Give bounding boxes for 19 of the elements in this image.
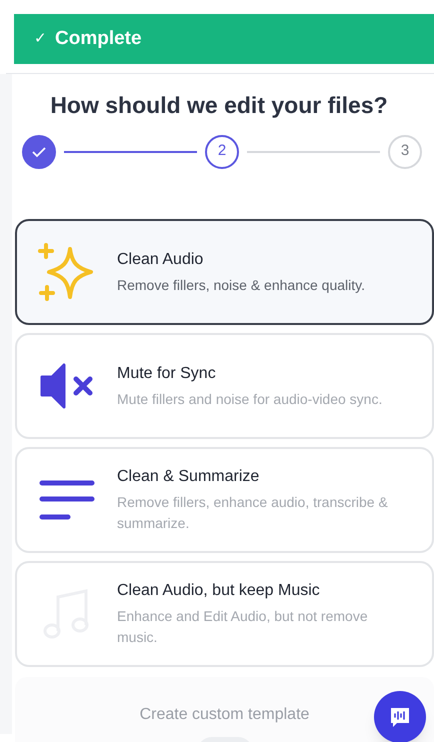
option-description: Enhance and Edit Audio, but not remove music.	[117, 607, 369, 647]
check-icon	[31, 146, 47, 158]
step-number: 3	[388, 134, 422, 168]
banner-label: Complete	[55, 26, 142, 51]
option-title: Clean Audio, but keep Music	[117, 581, 321, 601]
option-title: Mute for Sync	[117, 364, 217, 384]
option-card[interactable]: Clean & Summarize Remove fillers, enhance audio, transcribe & summarize.	[15, 446, 434, 552]
option-description: Remove fillers, noise & enhance quality.	[117, 276, 365, 295]
option-card[interactable]: Clean Audio Remove fillers, noise & enhance quality.	[15, 218, 434, 324]
option-title: Clean & Summarize	[117, 467, 260, 487]
option-title: Clean Audio	[117, 250, 204, 270]
audio-wave-icon	[388, 705, 412, 729]
option-card[interactable]: Mute for Sync Mute fillers and noise for audio-video sync.	[15, 332, 434, 438]
option-description: Mute fillers and noise for audio-video sync.	[117, 390, 382, 409]
option-description: Remove fillers, enhance audio, transcribe & summarize.	[117, 493, 389, 533]
page-heading: How should we edit your files?	[49, 91, 389, 120]
check-icon: ✓	[34, 28, 47, 50]
option-card[interactable]: Clean Audio, but keep Music Enhance and Edit Audio, but not remove music.	[15, 560, 434, 666]
step-number: 2	[205, 134, 239, 168]
